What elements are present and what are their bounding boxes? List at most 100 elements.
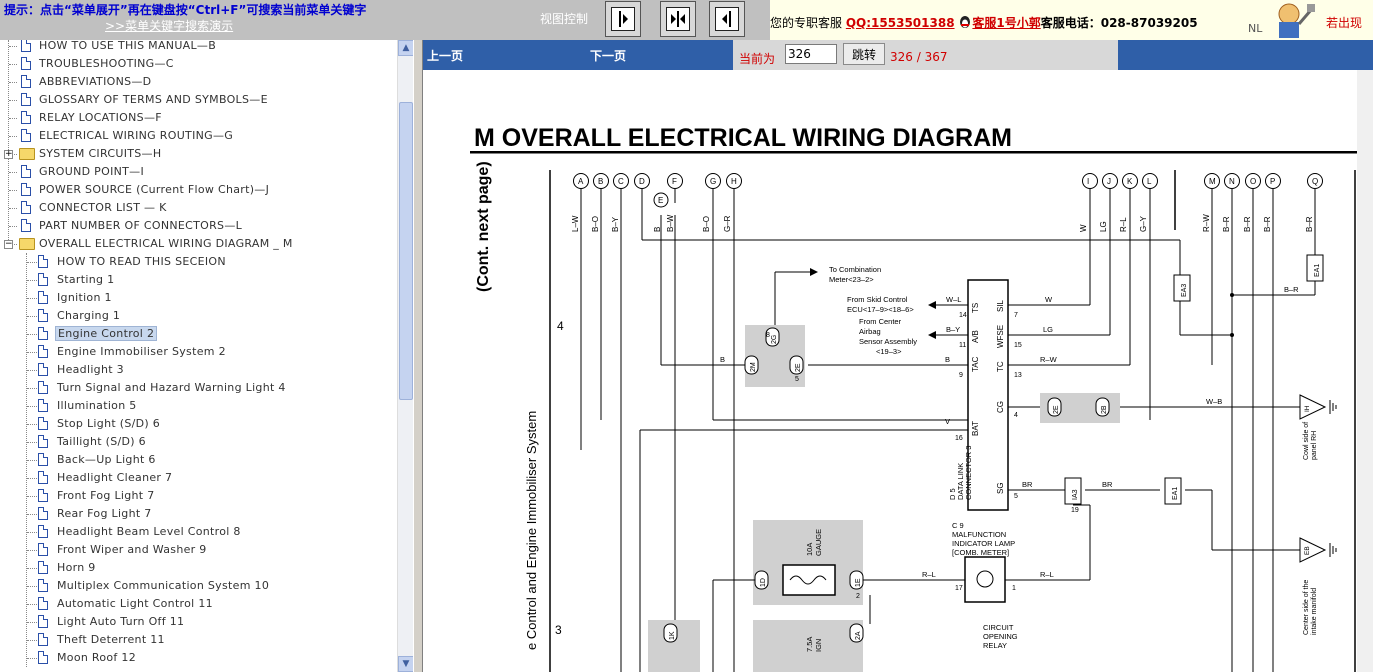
- scroll-up-icon[interactable]: ▲: [398, 40, 414, 56]
- document-icon: [38, 291, 48, 304]
- tree-item[interactable]: TROUBLESHOOTING—C: [0, 55, 397, 73]
- connector-letter: C: [618, 177, 624, 186]
- customer-service-banner: 您的专职客服 QQ:1553501388 客服1号小郭客服电话：028-8703…: [770, 0, 1373, 40]
- tree-item[interactable]: GROUND POINT—I: [0, 163, 397, 181]
- diagram-viewer: M OVERALL ELECTRICAL WIRING DIAGRAM (Con…: [423, 70, 1373, 672]
- tree-child-item[interactable]: Horn 9: [0, 559, 397, 577]
- tree-child-item[interactable]: Turn Signal and Hazard Warning Light 4: [0, 379, 397, 397]
- view-left-pane-button[interactable]: [605, 1, 641, 37]
- qq-link[interactable]: QQ:1553501388: [846, 16, 955, 30]
- svg-text:5: 5: [795, 376, 799, 383]
- tree-branch: [27, 640, 37, 641]
- pane-splitter[interactable]: [413, 40, 423, 672]
- tree-item[interactable]: POWER SOURCE (Current Flow Chart)—J: [0, 181, 397, 199]
- diagram-title: M OVERALL ELECTRICAL WIRING DIAGRAM: [474, 124, 1012, 152]
- tree-item[interactable]: HOW TO USE THIS MANUAL—B: [0, 40, 397, 55]
- document-icon: [38, 543, 48, 556]
- tree-item-label: Illumination 5: [57, 399, 137, 412]
- prev-page-link[interactable]: 上一页: [427, 47, 463, 64]
- document-icon: [38, 507, 48, 520]
- tree-branch: [27, 478, 37, 479]
- tree-child-item[interactable]: Engine Control 2: [0, 325, 397, 343]
- tree-child-item[interactable]: Rear Fog Light 7: [0, 505, 397, 523]
- tree-child-item[interactable]: Front Fog Light 7: [0, 487, 397, 505]
- tree-item[interactable]: ABBREVIATIONS—D: [0, 73, 397, 91]
- tree-child-item[interactable]: Stop Light (S/D) 6: [0, 415, 397, 433]
- connector-letter: O: [1250, 177, 1256, 186]
- tree-item-label: Headlight Cleaner 7: [57, 471, 173, 484]
- page-number-input[interactable]: [785, 44, 837, 64]
- next-page-link[interactable]: 下一页: [590, 47, 626, 64]
- tree-child-item[interactable]: Headlight Cleaner 7: [0, 469, 397, 487]
- tree-item[interactable]: RELAY LOCATIONS—F: [0, 109, 397, 127]
- tree-child-item[interactable]: Ignition 1: [0, 289, 397, 307]
- tree-child-item[interactable]: Illumination 5: [0, 397, 397, 415]
- tree-child-item[interactable]: Automatic Light Control 11: [0, 595, 397, 613]
- tree-item[interactable]: ELECTRICAL WIRING ROUTING—G: [0, 127, 397, 145]
- svg-text:To Combination: To Combination: [829, 265, 881, 274]
- document-icon: [38, 615, 48, 628]
- tree-item[interactable]: CONNECTOR LIST — K: [0, 199, 397, 217]
- tree-item-label: Turn Signal and Hazard Warning Light 4: [57, 381, 286, 394]
- svg-text:2G: 2G: [771, 335, 778, 344]
- tree-child-item[interactable]: Charging 1: [0, 307, 397, 325]
- svg-text:2M: 2M: [750, 362, 757, 372]
- tree-item[interactable]: PART NUMBER OF CONNECTORS—L: [0, 217, 397, 235]
- tree-child-item[interactable]: Moon Roof 12: [0, 649, 397, 667]
- nl-label: NL: [1248, 22, 1263, 35]
- tree-item[interactable]: + SYSTEM CIRCUITS—H: [0, 145, 397, 163]
- tree-branch: [27, 298, 37, 299]
- tree-branch: [27, 550, 37, 551]
- scroll-thumb[interactable]: [399, 102, 413, 400]
- tree-item-label: OVERALL ELECTRICAL WIRING DIAGRAM _ M: [39, 237, 293, 250]
- tree-child-item[interactable]: Front Wiper and Washer 9: [0, 541, 397, 559]
- tree-item-label: Theft Deterrent 11: [57, 633, 165, 646]
- tree-child-item[interactable]: Theft Deterrent 11: [0, 631, 397, 649]
- tree-child-item[interactable]: Headlight Beam Level Control 8: [0, 523, 397, 541]
- scroll-down-icon[interactable]: ▼: [398, 656, 414, 672]
- ia3-connector: IA3: [1064, 477, 1082, 505]
- wire-color-label: B–R: [1222, 216, 1231, 232]
- tree-branch: [9, 226, 17, 227]
- tree-scrollbar[interactable]: ▲ ▼: [397, 40, 414, 672]
- document-icon: [21, 165, 31, 178]
- tree-child-item[interactable]: Multiplex Communication System 10: [0, 577, 397, 595]
- svg-text:R–W: R–W: [1040, 355, 1058, 364]
- document-icon: [38, 273, 48, 286]
- tree-child-item[interactable]: Taillight (S/D) 6: [0, 433, 397, 451]
- svg-text:W–L: W–L: [946, 295, 961, 304]
- tree-item[interactable]: − OVERALL ELECTRICAL WIRING DIAGRAM _ M: [0, 235, 397, 253]
- svg-text:14: 14: [959, 312, 967, 319]
- tree-branch: [9, 64, 17, 65]
- collapse-icon[interactable]: −: [4, 240, 13, 249]
- view-right-pane-button[interactable]: [709, 1, 745, 37]
- document-icon: [38, 651, 48, 664]
- dlc-label: D 5DATA LINKCONNECTOR 3: [948, 446, 973, 500]
- tree-child-item[interactable]: Headlight 3: [0, 361, 397, 379]
- exit-link[interactable]: 若出现: [1326, 14, 1362, 31]
- tree-item[interactable]: GLOSSARY OF TERMS AND SYMBOLS—E: [0, 91, 397, 109]
- view-split-button[interactable]: [660, 1, 696, 37]
- svg-text:TS: TS: [971, 303, 980, 313]
- svg-text:IA3: IA3: [1072, 489, 1079, 500]
- tree-branch: [27, 586, 37, 587]
- search-demo-link[interactable]: >>菜单关键字搜索演示: [105, 17, 233, 34]
- connector-letter: H: [731, 177, 737, 186]
- connector-letter: L: [1147, 177, 1152, 186]
- tree-child-item[interactable]: HOW TO READ THIS SECEION: [0, 253, 397, 271]
- tree-branch: [27, 604, 37, 605]
- tree-child-item[interactable]: Light Auto Turn Off 11: [0, 613, 397, 631]
- tree-item-label: POWER SOURCE (Current Flow Chart)—J: [39, 183, 270, 196]
- svg-text:SIL: SIL: [996, 299, 1005, 312]
- tree-child-item[interactable]: Starting 1: [0, 271, 397, 289]
- jump-button[interactable]: 跳转: [843, 43, 885, 65]
- viewer-scrollbar[interactable]: [1357, 70, 1373, 672]
- tree-child-item[interactable]: Back—Up Light 6: [0, 451, 397, 469]
- svg-text:Cowl side ofpanel RH: Cowl side ofpanel RH: [1303, 422, 1318, 460]
- service-agent-link[interactable]: 客服1号小郭: [972, 16, 1040, 30]
- expand-icon[interactable]: +: [4, 150, 13, 159]
- tree-child-item[interactable]: Engine Immobiliser System 2: [0, 343, 397, 361]
- svg-text:17: 17: [955, 585, 963, 592]
- svg-text:4: 4: [1014, 412, 1018, 419]
- svg-text:From Center: From Center: [859, 317, 902, 326]
